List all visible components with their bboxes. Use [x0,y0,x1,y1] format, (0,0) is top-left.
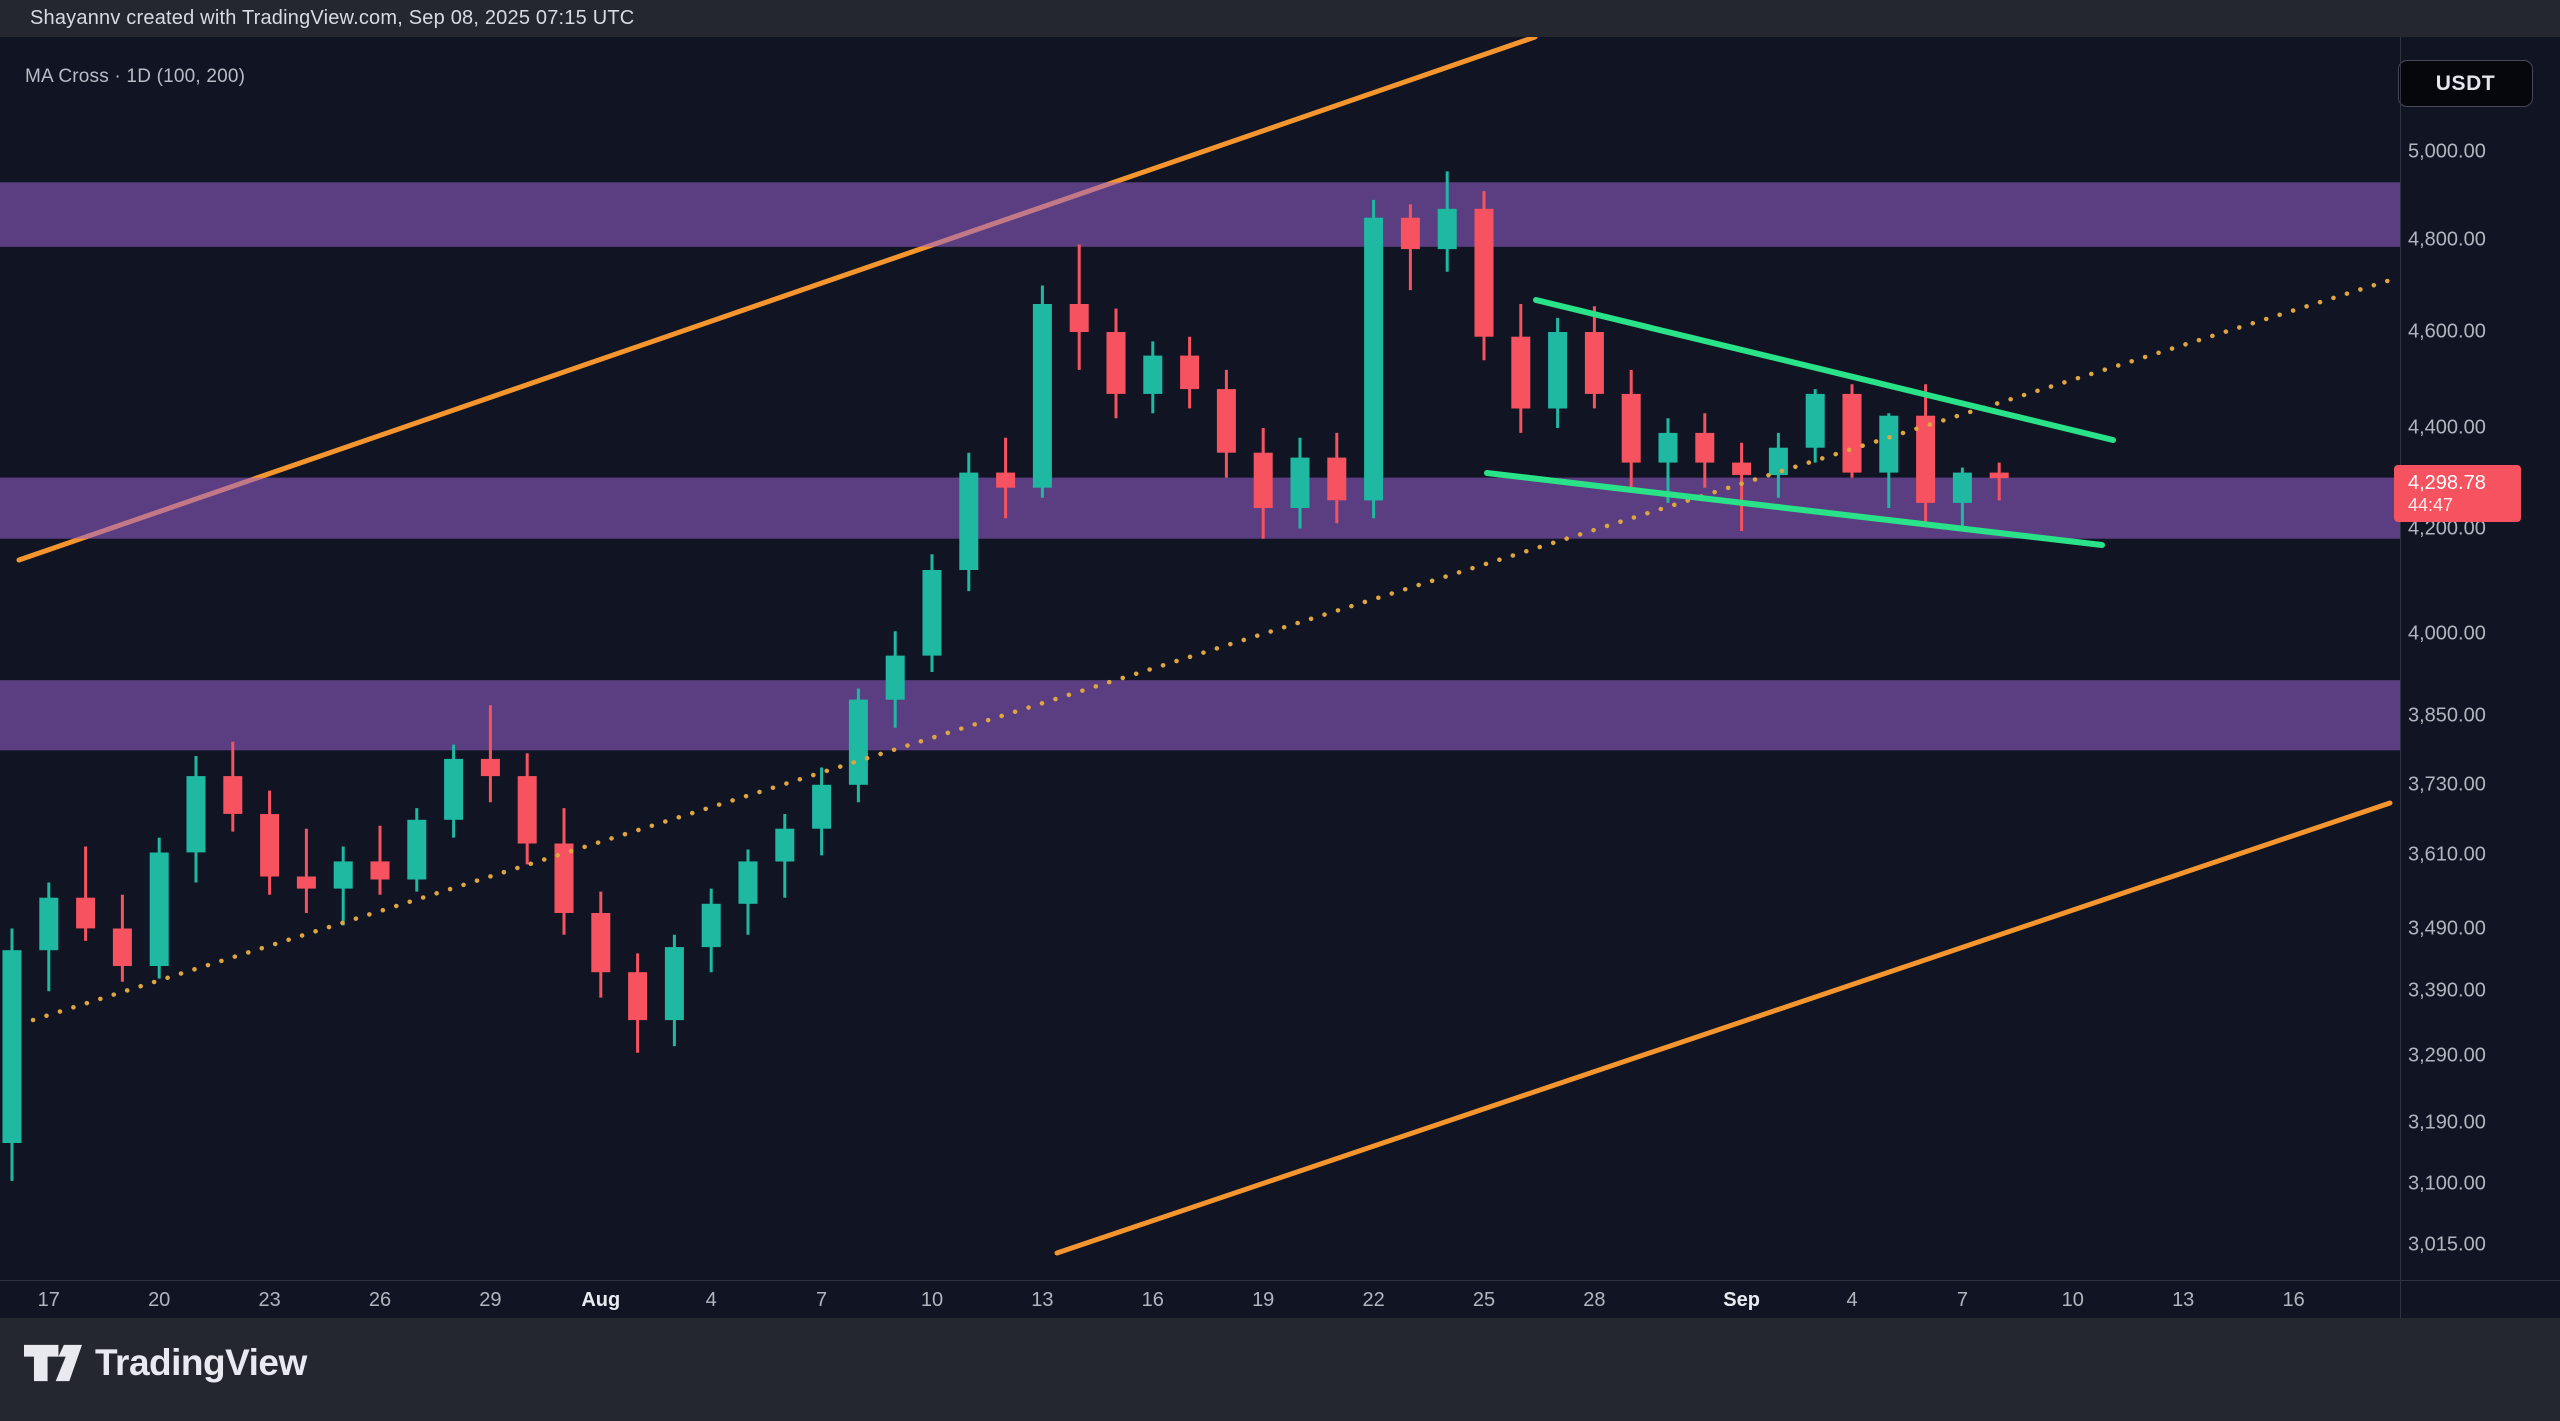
time-tick-label: 25 [1473,1289,1495,1312]
price-tick-label: 4,800.00 [2408,229,2486,252]
time-tick-label: 16 [2282,1289,2304,1312]
time-tick-label: 19 [1252,1289,1274,1312]
indicator-legend-label: MA Cross · 1D (100, 200) [25,66,245,87]
tradingview-logo-icon [24,1343,82,1383]
price-tick-label: 3,730.00 [2408,773,2486,796]
price-tick-label: 5,000.00 [2408,140,2486,163]
bar-close-countdown: 44:47 [2408,495,2521,516]
price-tick-label: 3,100.00 [2408,1173,2486,1196]
time-tick-label: 16 [1142,1289,1164,1312]
price-tick-label: 3,390.00 [2408,980,2486,1003]
price-tick-label: 3,290.00 [2408,1044,2486,1067]
price-tick-label: 3,015.00 [2408,1233,2486,1256]
time-tick-label: 10 [2062,1289,2084,1312]
price-tick-label: 4,000.00 [2408,622,2486,645]
time-tick-label: 13 [2172,1289,2194,1312]
currency-button-label: USDT [2436,72,2496,96]
price-tick-label: 3,610.00 [2408,844,2486,867]
time-tick-label: 22 [1362,1289,1384,1312]
tradingview-wordmark: TradingView [95,1342,307,1384]
time-axis-separator [0,1280,2560,1281]
time-tick-label: 13 [1031,1289,1053,1312]
tradingview-logo-link[interactable]: TradingView [24,1340,307,1386]
time-tick-label: 10 [921,1289,943,1312]
time-tick-label: 28 [1583,1289,1605,1312]
price-tick-label: 4,600.00 [2408,321,2486,344]
time-tick-label: 7 [816,1289,827,1312]
time-tick-label: 4 [1846,1289,1857,1312]
time-tick-label: 7 [1957,1289,1968,1312]
time-tick-label: 29 [479,1289,501,1312]
price-tick-label: 4,400.00 [2408,417,2486,440]
attribution-bar: Shayannv created with TradingView.com, S… [0,0,2560,37]
time-tick-label: Sep [1723,1289,1760,1312]
chart-canvas[interactable] [0,37,2560,1318]
time-tick-label: 4 [706,1289,717,1312]
time-tick-label: 23 [258,1289,280,1312]
price-tick-label: 3,490.00 [2408,917,2486,940]
price-tick-label: 3,850.00 [2408,705,2486,728]
last-price-value: 4,298.78 [2408,471,2521,495]
price-axis-separator [2400,37,2401,1318]
last-price-badge: 4,298.78 44:47 [2394,465,2521,522]
attribution-text: Shayannv created with TradingView.com, S… [30,7,634,29]
currency-button[interactable]: USDT [2398,60,2533,107]
time-tick-label: 17 [38,1289,60,1312]
price-tick-label: 3,190.00 [2408,1111,2486,1134]
time-tick-label: 20 [148,1289,170,1312]
time-tick-label: 26 [369,1289,391,1312]
indicator-legend[interactable]: MA Cross · 1D (100, 200) [25,66,245,88]
time-tick-label: Aug [581,1289,620,1312]
